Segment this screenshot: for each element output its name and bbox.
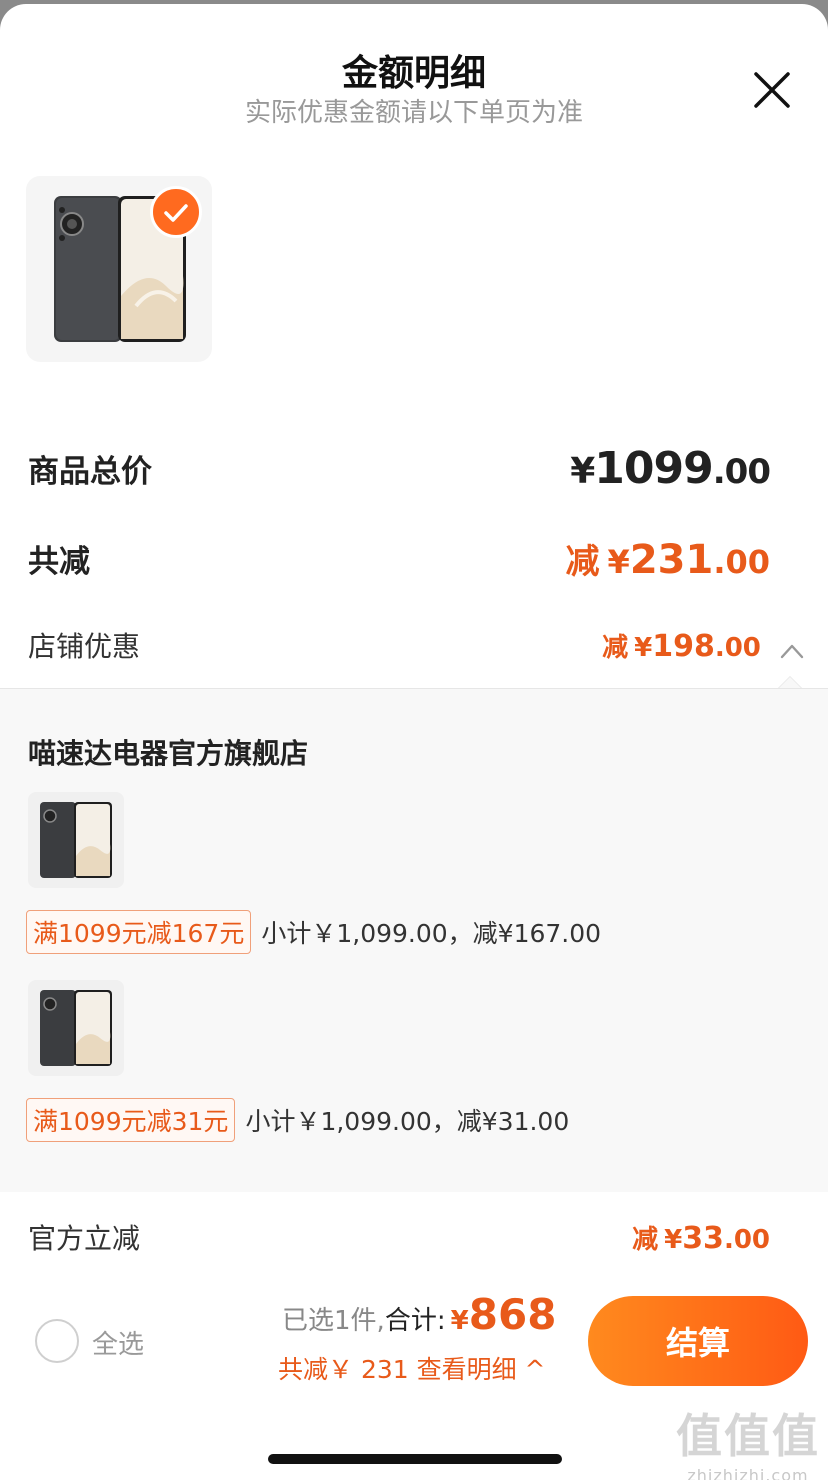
store-discount-label: 店铺优惠 — [28, 630, 141, 663]
promo-tag: 满1099元减31元 — [26, 1098, 236, 1142]
watermark-logo: 值值值 — [676, 1409, 820, 1463]
select-all-label[interactable]: 全选 — [92, 1324, 144, 1361]
goods-total-row: 商品总价 ¥1099.00 — [28, 440, 771, 496]
total-label: 合计: — [384, 1306, 446, 1336]
view-detail-link[interactable]: 共减￥ 231 查看明细 ^ — [278, 1350, 546, 1386]
sheet-header: 金额明细 实际优惠金额请以下单页为准 — [0, 4, 828, 154]
item-promo-line: 满1099元减167元 小计￥1,099.00，减¥167.00 — [26, 910, 601, 954]
goods-total-value: ¥1099.00 — [570, 442, 771, 494]
sheet-title: 金额明细 — [341, 53, 486, 94]
order-summary: 已选1件,合计: ¥868 — [282, 1290, 556, 1339]
promo-tag: 满1099元减167元 — [26, 910, 252, 954]
item-promo-line: 满1099元减31元 小计￥1,099.00，减¥31.00 — [26, 1098, 569, 1142]
store-discount-value: 减 ¥198.00 — [602, 628, 761, 664]
selected-count: 已选1件, — [282, 1306, 385, 1336]
sheet-subtitle: 实际优惠金额请以下单页为准 — [244, 98, 583, 128]
official-discount-label: 官方立减 — [28, 1222, 141, 1255]
total-discount-row: 共减 减 ¥231.00 — [28, 530, 770, 586]
total-discount-label: 共减 — [28, 543, 90, 580]
checkout-button[interactable]: 结算 — [588, 1296, 808, 1386]
goods-total-label: 商品总价 — [28, 453, 152, 490]
item-subtotal: 小计￥1,099.00，减¥31.00 — [245, 1107, 570, 1136]
item-thumbnail — [28, 980, 124, 1076]
panel-pointer — [778, 676, 802, 688]
close-icon[interactable] — [750, 68, 794, 112]
official-discount-value: 减 ¥33.00 — [632, 1220, 770, 1256]
total-currency: ¥ — [450, 1306, 469, 1336]
home-indicator[interactable] — [268, 1454, 562, 1464]
phone-product-image — [40, 990, 112, 1066]
chevron-up-icon[interactable] — [780, 643, 804, 659]
official-discount-row: 官方立减 减 ¥33.00 — [28, 1212, 770, 1262]
item-thumbnail — [28, 792, 124, 888]
watermark-url: zhizhizhi.com — [687, 1466, 809, 1480]
amount-detail-sheet: 金额明细 实际优惠金额请以下单页为准 商品总价 ¥1099.00 共减 减 ¥2… — [0, 4, 828, 1480]
total-discount-value: 减 ¥231.00 — [565, 536, 770, 583]
store-name: 喵速达电器官方旗舰店 — [28, 737, 309, 770]
watermark: 值值值 zhizhizhi.com — [676, 1400, 820, 1480]
total-amount: 868 — [468, 1290, 557, 1339]
store-discount-value-wrap: 减 ¥198.00 — [602, 627, 804, 664]
select-all-radio[interactable] — [35, 1319, 79, 1363]
item-subtotal: 小计￥1,099.00，减¥167.00 — [261, 919, 602, 948]
store-discount-row[interactable]: 店铺优惠 减 ¥198.00 — [28, 620, 804, 670]
phone-product-image — [40, 802, 112, 878]
selected-check-icon — [150, 186, 202, 238]
